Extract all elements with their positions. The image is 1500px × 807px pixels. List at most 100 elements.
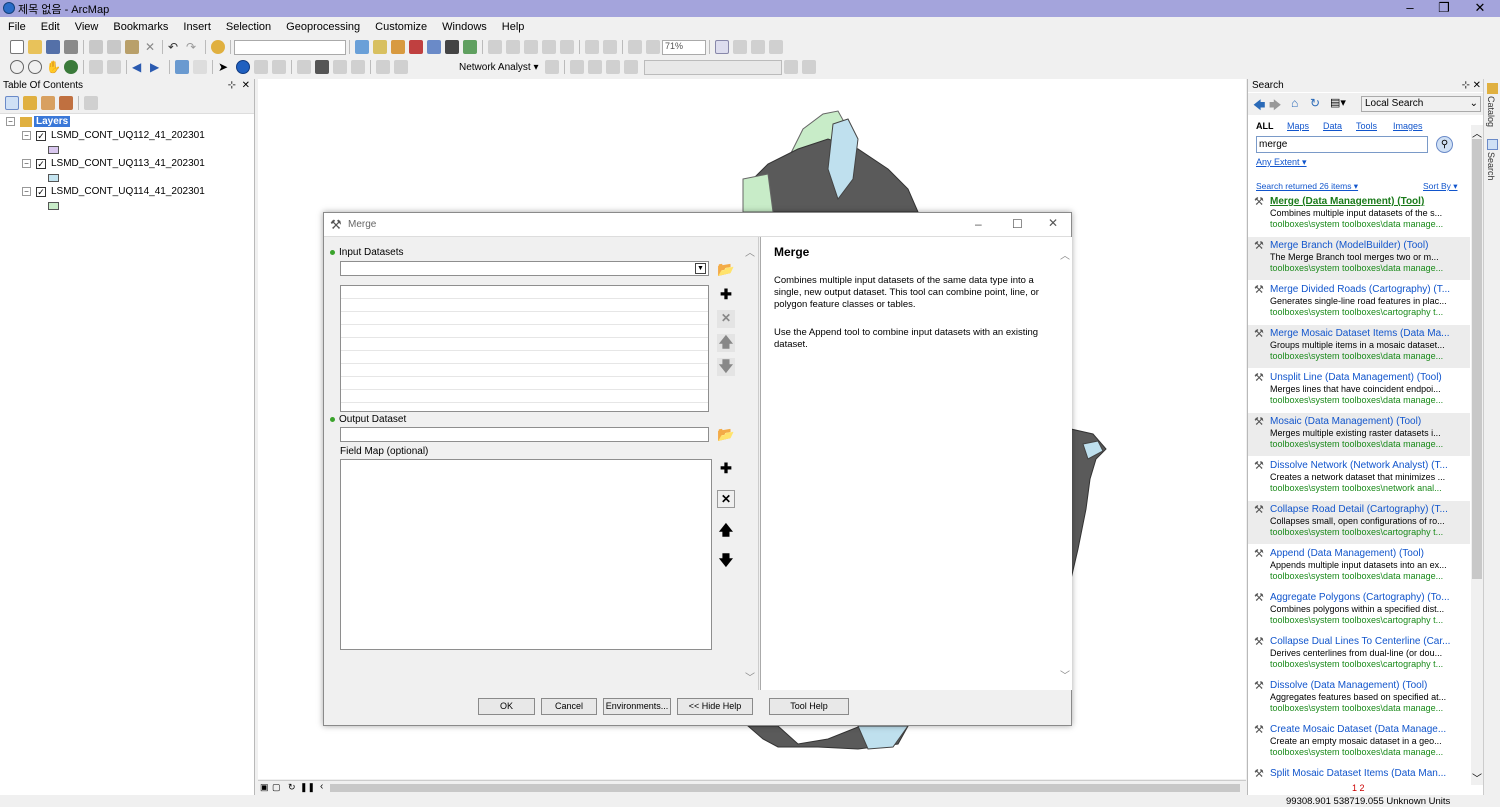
search-window-icon[interactable] (409, 40, 423, 54)
fixed-zoom-out-icon[interactable] (107, 60, 121, 74)
arctoolbox-icon[interactable] (427, 40, 441, 54)
go-to-xy-icon[interactable] (351, 60, 365, 74)
full-extent-icon[interactable] (64, 60, 78, 74)
list-by-visibility-icon[interactable] (41, 95, 55, 110)
output-dataset-input[interactable] (340, 427, 709, 442)
zoom-out-icon[interactable] (28, 60, 42, 74)
select-elements-icon[interactable]: ➤ (218, 60, 232, 74)
scroll-down-icon[interactable]: ﹀ (745, 669, 755, 684)
network-analyst-menu[interactable]: Network Analyst ▾ (455, 62, 543, 73)
close-button[interactable]: ✕ (1462, 0, 1498, 17)
tool-help-button[interactable]: Tool Help (769, 698, 849, 715)
layer-row[interactable]: − ✓ LSMD_CONT_UQ112_41_202301 (22, 130, 205, 141)
menu-geoprocessing[interactable]: Geoprocessing (278, 21, 367, 33)
refresh-icon[interactable]: ↻ (1310, 96, 1320, 110)
pin-icon[interactable]: ⊹ (228, 79, 236, 92)
layout-tool-icon[interactable] (603, 40, 617, 54)
tab-tools[interactable]: Tools (1356, 121, 1377, 131)
menu-help[interactable]: Help (494, 21, 532, 33)
menu-file[interactable]: File (0, 21, 33, 33)
layer-visibility-checkbox[interactable]: ✓ (36, 130, 46, 141)
scrollbar-thumb[interactable] (1472, 139, 1482, 579)
refresh-icon[interactable]: ↻ (288, 782, 296, 793)
search-result[interactable]: ⚒ Unsplit Line (Data Management) (Tool) Me… (1248, 369, 1470, 412)
collapse-icon[interactable]: − (22, 131, 31, 140)
hide-help-button[interactable]: << Hide Help (677, 698, 753, 715)
scroll-left-icon[interactable]: ‹ (320, 781, 323, 792)
list-by-selection-icon[interactable] (59, 95, 73, 110)
input-datasets-combobox[interactable]: ▼ (340, 261, 709, 276)
chevron-down-icon[interactable]: ▼ (695, 263, 706, 274)
search-result[interactable]: ⚒ Create Mosaic Dataset (Data Manage... Cr… (1248, 721, 1470, 764)
add-data-icon[interactable] (211, 40, 225, 54)
move-up-icon[interactable]: 🡅 (717, 334, 735, 352)
move-field-down-icon[interactable]: 🡇 (717, 552, 735, 570)
minimize-button[interactable]: – (1392, 0, 1428, 17)
back-extent-icon[interactable]: ◀ (132, 60, 146, 74)
save-icon[interactable] (46, 40, 60, 54)
menu-view[interactable]: View (67, 21, 106, 33)
maximize-button[interactable]: ❐ (1426, 0, 1462, 17)
network-analyst-tool-icon[interactable] (623, 60, 638, 74)
network-analyst-tool-icon[interactable] (783, 60, 798, 74)
modelbuilder-icon[interactable] (463, 40, 477, 54)
layer-visibility-checkbox[interactable]: ✓ (36, 158, 46, 169)
data-view-icon[interactable]: ▣ (260, 782, 269, 793)
menu-insert[interactable]: Insert (175, 21, 218, 33)
field-map-tree[interactable] (340, 459, 712, 650)
menu-bookmarks[interactable]: Bookmarks (105, 21, 175, 33)
delete-field-icon[interactable]: ✕ (717, 490, 735, 508)
ok-button[interactable]: OK (478, 698, 535, 715)
search-result[interactable]: ⚒ Collapse Dual Lines To Centerline (Car.… (1248, 633, 1470, 676)
layout-tool-icon[interactable] (628, 40, 642, 54)
dialog-minimize-button[interactable]: – (975, 217, 982, 231)
network-analyst-window-icon[interactable] (544, 60, 559, 74)
browse-folder-icon[interactable]: 📂 (717, 261, 735, 279)
forward-extent-icon[interactable]: ▶ (150, 60, 164, 74)
python-window-icon[interactable] (445, 40, 459, 54)
layer-symbol-swatch[interactable] (48, 202, 59, 210)
catalog-tab[interactable]: Catalog (1486, 96, 1496, 127)
layer-name[interactable]: LSMD_CONT_UQ113_41_202301 (51, 158, 205, 169)
collapse-icon[interactable]: − (6, 117, 15, 126)
menu-customize[interactable]: Customize (367, 21, 434, 33)
collapse-icon[interactable]: − (22, 187, 31, 196)
menu-edit[interactable]: Edit (33, 21, 67, 33)
network-analyst-tool-icon[interactable] (569, 60, 584, 74)
copy-icon[interactable] (107, 40, 121, 54)
add-icon[interactable]: ✚ (717, 286, 735, 304)
hyperlink-icon[interactable] (254, 60, 268, 74)
layout-tool-icon[interactable] (769, 40, 783, 54)
cancel-button[interactable]: Cancel (541, 698, 597, 715)
scroll-up-icon[interactable]: ︿ (1472, 125, 1482, 140)
sort-by-dropdown[interactable]: Sort By ▾ (1423, 181, 1458, 192)
network-analysis-layer-dropdown[interactable] (643, 59, 782, 75)
table-of-contents-icon[interactable] (373, 40, 387, 54)
home-icon[interactable]: ⌂ (1291, 96, 1298, 110)
horizontal-scrollbar[interactable] (330, 784, 1240, 792)
open-folder-icon[interactable] (28, 40, 42, 54)
layout-tool-icon[interactable] (506, 40, 520, 54)
layers-root[interactable]: − Layers (6, 116, 71, 127)
options-icon[interactable]: ▤▾ (1330, 96, 1346, 109)
layer-name[interactable]: LSMD_CONT_UQ114_41_202301 (51, 186, 205, 197)
paste-icon[interactable] (125, 40, 139, 54)
layer-symbol-swatch[interactable] (48, 146, 59, 154)
search-result[interactable]: ⚒ Merge (Data Management) (Tool) Combines … (1248, 193, 1470, 236)
search-input[interactable]: merge (1256, 136, 1428, 153)
network-analyst-tool-icon[interactable] (801, 60, 816, 74)
layout-view-icon[interactable]: ▢ (272, 782, 281, 793)
search-result[interactable]: ⚒ Merge Branch (ModelBuilder) (Tool) The M… (1248, 237, 1470, 280)
search-result[interactable]: ⚒ Dissolve (Data Management) (Tool) Aggreg… (1248, 677, 1470, 720)
viewer-window-icon[interactable] (394, 60, 408, 74)
catalog-icon[interactable] (1487, 83, 1498, 94)
search-result[interactable]: ⚒ Merge Divided Roads (Cartography) (T...… (1248, 281, 1470, 324)
fixed-zoom-in-icon[interactable] (89, 60, 103, 74)
input-datasets-list[interactable] (340, 285, 709, 412)
html-popup-icon[interactable] (272, 60, 286, 74)
parameters-scrollbar[interactable]: ︿ ﹀ (743, 244, 757, 684)
search-icon[interactable]: ⚲ (1436, 136, 1453, 153)
delete-icon[interactable]: ✕ (143, 40, 157, 54)
layout-tool-icon[interactable] (751, 40, 765, 54)
zoom-in-icon[interactable] (10, 60, 24, 74)
